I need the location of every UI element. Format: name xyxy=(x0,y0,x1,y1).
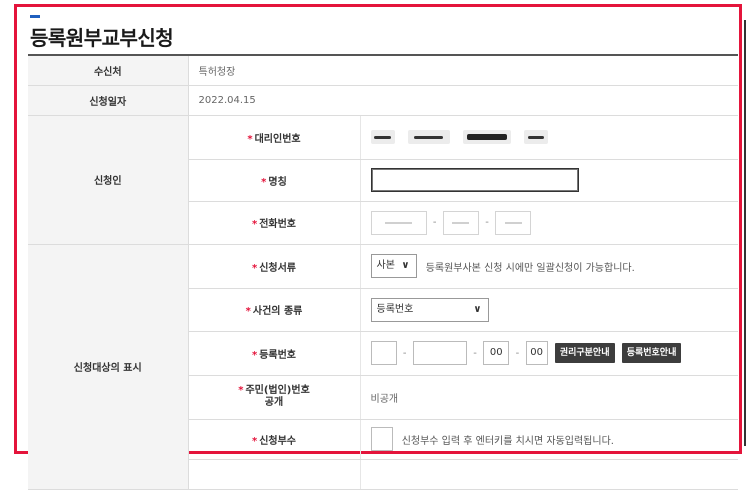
name-label: * 명칭 xyxy=(188,159,361,202)
row-agent-number: 신청인 * 대리인번호 xyxy=(28,115,738,245)
required-mark: * xyxy=(251,349,258,361)
reg-number-part-1-input[interactable] xyxy=(370,341,397,365)
recipient-value: 특허청장 xyxy=(188,56,738,86)
apply-date-label: 신청일자 xyxy=(28,85,189,116)
dash: - xyxy=(432,217,437,228)
page-scroll-edge xyxy=(744,20,746,446)
row-apply-date: 신청일자 2022.04.15 xyxy=(28,85,738,116)
reg-number-part-4-input[interactable]: 00 xyxy=(525,341,548,365)
required-mark: * xyxy=(251,219,258,230)
copies-input[interactable] xyxy=(370,427,393,451)
doc-type-label-text: 신청서류 xyxy=(259,262,297,274)
agent-number-label-text: 대리인번호 xyxy=(254,133,301,145)
phone-label: * 전화번호 xyxy=(188,201,361,245)
reg-number-guide-button[interactable]: 등록번호안내 xyxy=(621,343,682,363)
case-type-label-text: 사건의 종류 xyxy=(252,306,303,317)
page-title: 등록원부교부신청 xyxy=(30,26,174,50)
dash: - xyxy=(402,347,407,359)
agent-number-part-4 xyxy=(524,130,549,144)
reg-number-cell: - - 00 - 00 권리구분안내 등록번호안내 xyxy=(360,331,738,376)
required-mark: * xyxy=(245,306,251,317)
doc-type-selected: 사본 xyxy=(376,260,395,271)
phone-cell: - - xyxy=(360,201,738,245)
agent-number-label: * 대리인번호 xyxy=(188,115,361,160)
agent-number-value xyxy=(360,115,738,160)
filler-cell xyxy=(188,459,361,490)
name-input[interactable] xyxy=(370,168,579,192)
id-disclose-label: * 주민(법인)번호 공개 xyxy=(188,375,361,420)
case-type-select[interactable]: 등록번호 ∨ xyxy=(370,297,489,322)
dash: - xyxy=(485,217,489,228)
recipient-label: 수신처 xyxy=(28,56,189,86)
dash: - xyxy=(473,347,477,359)
doc-type-note: 등록원부사본 신청 시에만 일괄신청이 가능합니다. xyxy=(425,262,635,274)
filler-cell xyxy=(360,459,738,490)
applicant-label: 신청인 xyxy=(28,115,189,245)
phone-part-2-input[interactable] xyxy=(442,210,479,235)
apply-date-value: 2022.04.15 xyxy=(188,85,738,116)
required-mark: * xyxy=(238,385,244,396)
rights-guide-button[interactable]: 권리구분안내 xyxy=(554,343,615,363)
reg-number-part-3-input[interactable]: 00 xyxy=(483,341,510,365)
phone-part-1-input[interactable] xyxy=(370,210,427,235)
agent-number-part-3 xyxy=(462,130,511,144)
id-disclose-label-line1: 주민(법인)번호 xyxy=(245,385,310,396)
application-form: 수신처 특허청장 신청일자 2022.04.15 신청인 * 대리인번호 * 명칭 … xyxy=(28,56,738,490)
doc-type-select[interactable]: 사본 ∨ xyxy=(370,254,417,278)
case-type-selected: 등록번호 xyxy=(376,303,414,315)
title-accent-bar xyxy=(30,15,40,18)
id-disclose-label-line2: 공개 xyxy=(264,397,284,408)
case-type-label: * 사건의 종류 xyxy=(188,288,361,332)
name-label-text: 명칭 xyxy=(268,176,287,188)
reg-number-part-2-input[interactable] xyxy=(412,341,467,365)
case-type-cell: 등록번호 ∨ xyxy=(360,288,738,332)
doc-type-label: * 신청서류 xyxy=(188,244,361,289)
row-doc-type: 신청대상의 표시 * 신청서류 사본 ∨ 등록원부사본 신청 시에만 일괄신청이 … xyxy=(28,244,738,490)
copies-note: 신청부수 입력 후 엔터키를 치시면 자동입력됩니다. xyxy=(401,435,614,447)
row-recipient: 수신처 특허청장 xyxy=(28,56,738,86)
required-mark: * xyxy=(251,435,258,447)
chevron-down-icon: ∨ xyxy=(401,260,410,271)
agent-number-part-1 xyxy=(370,130,395,144)
required-mark: * xyxy=(247,133,253,145)
name-cell xyxy=(360,159,738,202)
target-label: 신청대상의 표시 xyxy=(28,244,189,490)
phone-label-text: 전화번호 xyxy=(259,219,297,230)
chevron-down-icon: ∨ xyxy=(473,303,482,315)
dash: - xyxy=(515,347,520,359)
copies-label-text: 신청부수 xyxy=(259,435,297,447)
id-disclose-value: 비공개 xyxy=(360,375,738,420)
required-mark: * xyxy=(261,176,267,188)
reg-number-label-text: 등록번호 xyxy=(259,349,297,361)
doc-type-cell: 사본 ∨ 등록원부사본 신청 시에만 일괄신청이 가능합니다. xyxy=(360,244,738,289)
required-mark: * xyxy=(251,262,258,274)
copies-label: * 신청부수 xyxy=(188,419,361,460)
phone-part-3-input[interactable] xyxy=(495,210,532,235)
reg-number-label: * 등록번호 xyxy=(188,331,361,376)
agent-number-part-2 xyxy=(407,130,450,144)
copies-cell: 신청부수 입력 후 엔터키를 치시면 자동입력됩니다. xyxy=(360,419,738,460)
